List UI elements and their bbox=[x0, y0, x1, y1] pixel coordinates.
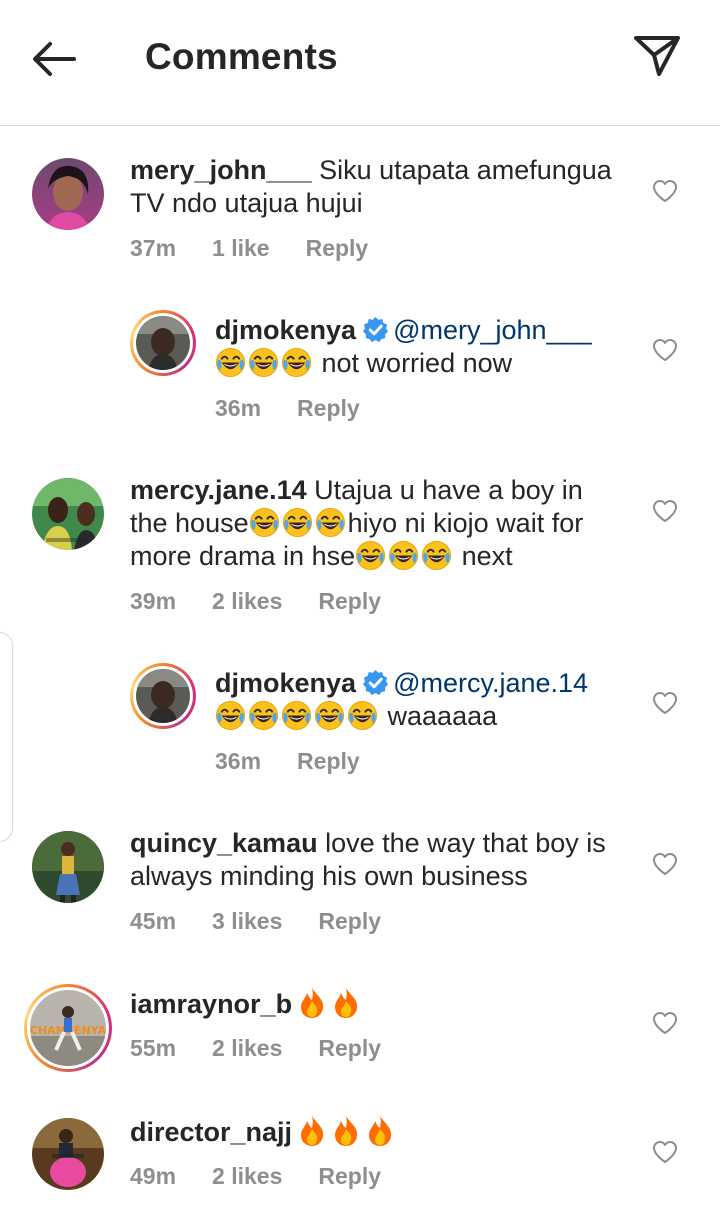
comment-meta: 49m 2 likes Reply bbox=[130, 1163, 417, 1190]
reply-button[interactable]: Reply bbox=[318, 588, 381, 614]
comment-text: iamraynor_b bbox=[130, 987, 620, 1021]
comment-time: 37m bbox=[130, 235, 177, 261]
mention-link[interactable]: @mery_john___ bbox=[393, 315, 592, 345]
comment-text: mery_john___ Siku utapata amefungua TV n… bbox=[130, 154, 620, 220]
comment-time: 36m bbox=[215, 748, 262, 774]
paper-plane-icon bbox=[634, 36, 680, 76]
fire-emoji-icon bbox=[292, 1117, 394, 1147]
comment-username[interactable]: mery_john___ bbox=[130, 155, 312, 185]
heart-outline-icon[interactable] bbox=[652, 1011, 678, 1035]
comment-username[interactable]: mercy.jane.14 bbox=[130, 475, 307, 505]
reply-button[interactable]: Reply bbox=[318, 1035, 381, 1061]
mention-link[interactable]: @mercy.jane.14 bbox=[393, 668, 588, 698]
comment-time: 49m bbox=[130, 1163, 177, 1189]
heart-outline-icon[interactable] bbox=[652, 499, 678, 523]
comment-meta: 36m Reply bbox=[215, 395, 396, 422]
comment-likes[interactable]: 2 likes bbox=[212, 1035, 282, 1061]
heart-outline-icon[interactable] bbox=[652, 179, 678, 203]
avatar[interactable]: CHANGENYA bbox=[24, 984, 112, 1072]
laugh-emoji-icon bbox=[215, 348, 314, 378]
reply-button[interactable]: Reply bbox=[318, 908, 381, 934]
comment-meta: 55m 2 likes Reply bbox=[130, 1035, 417, 1062]
comment-text: djmokenya @mercy.jane.14 waaaaaa bbox=[215, 667, 625, 733]
comment-likes[interactable]: 3 likes bbox=[212, 908, 282, 934]
reply-button[interactable]: Reply bbox=[297, 748, 360, 774]
heart-outline-icon[interactable] bbox=[652, 338, 678, 362]
share-button[interactable] bbox=[630, 28, 684, 82]
avatar[interactable] bbox=[32, 158, 104, 230]
comment-time: 55m bbox=[130, 1035, 177, 1061]
avatar[interactable] bbox=[32, 478, 104, 550]
laugh-emoji-icon bbox=[215, 701, 380, 731]
avatar[interactable] bbox=[32, 1118, 104, 1190]
arrow-left-icon bbox=[33, 42, 76, 76]
comment-meta: 37m 1 like Reply bbox=[130, 235, 404, 262]
top-bar: Comments bbox=[0, 0, 720, 126]
comment-time: 45m bbox=[130, 908, 177, 934]
comment-time: 39m bbox=[130, 588, 177, 614]
reply-button[interactable]: Reply bbox=[318, 1163, 381, 1189]
verified-badge-icon bbox=[362, 316, 389, 343]
reply-button[interactable]: Reply bbox=[306, 235, 369, 261]
comment-time: 36m bbox=[215, 395, 262, 421]
comment-message: next bbox=[461, 541, 513, 571]
comment-text: quincy_kamau love the way that boy is al… bbox=[130, 827, 620, 893]
page-title: Comments bbox=[145, 36, 338, 77]
comment-username[interactable]: quincy_kamau bbox=[130, 828, 318, 858]
comment-likes[interactable]: 1 like bbox=[212, 235, 270, 261]
laugh-emoji-icon bbox=[355, 541, 454, 571]
heart-outline-icon[interactable] bbox=[652, 852, 678, 876]
comment-text: djmokenya @mery_john___ not worried now bbox=[215, 314, 625, 380]
comment-username[interactable]: djmokenya bbox=[215, 315, 356, 345]
comment-message: waaaaaa bbox=[387, 701, 498, 731]
comment-username[interactable]: djmokenya bbox=[215, 668, 356, 698]
comment-meta: 39m 2 likes Reply bbox=[130, 588, 417, 615]
heart-outline-icon[interactable] bbox=[652, 691, 678, 715]
edge-drawer-handle[interactable] bbox=[0, 632, 13, 842]
comment-meta: 45m 3 likes Reply bbox=[130, 908, 417, 935]
comment-likes[interactable]: 2 likes bbox=[212, 1163, 282, 1189]
verified-badge-icon bbox=[362, 669, 389, 696]
heart-outline-icon[interactable] bbox=[652, 1140, 678, 1164]
fire-emoji-icon bbox=[292, 989, 360, 1019]
comment-text: director_najj bbox=[130, 1115, 620, 1149]
avatar[interactable] bbox=[130, 310, 196, 376]
avatar[interactable] bbox=[130, 663, 196, 729]
comment-text: mercy.jane.14 Utajua u have a boy in the… bbox=[130, 474, 620, 573]
comment-username[interactable]: iamraynor_b bbox=[130, 989, 292, 1019]
reply-button[interactable]: Reply bbox=[297, 395, 360, 421]
comment-likes[interactable]: 2 likes bbox=[212, 588, 282, 614]
back-button[interactable] bbox=[26, 34, 84, 84]
comment-meta: 36m Reply bbox=[215, 748, 396, 775]
comment-username[interactable]: director_najj bbox=[130, 1117, 292, 1147]
comment-message: not worried now bbox=[321, 348, 513, 378]
laugh-emoji-icon bbox=[249, 508, 348, 538]
avatar[interactable] bbox=[32, 831, 104, 903]
